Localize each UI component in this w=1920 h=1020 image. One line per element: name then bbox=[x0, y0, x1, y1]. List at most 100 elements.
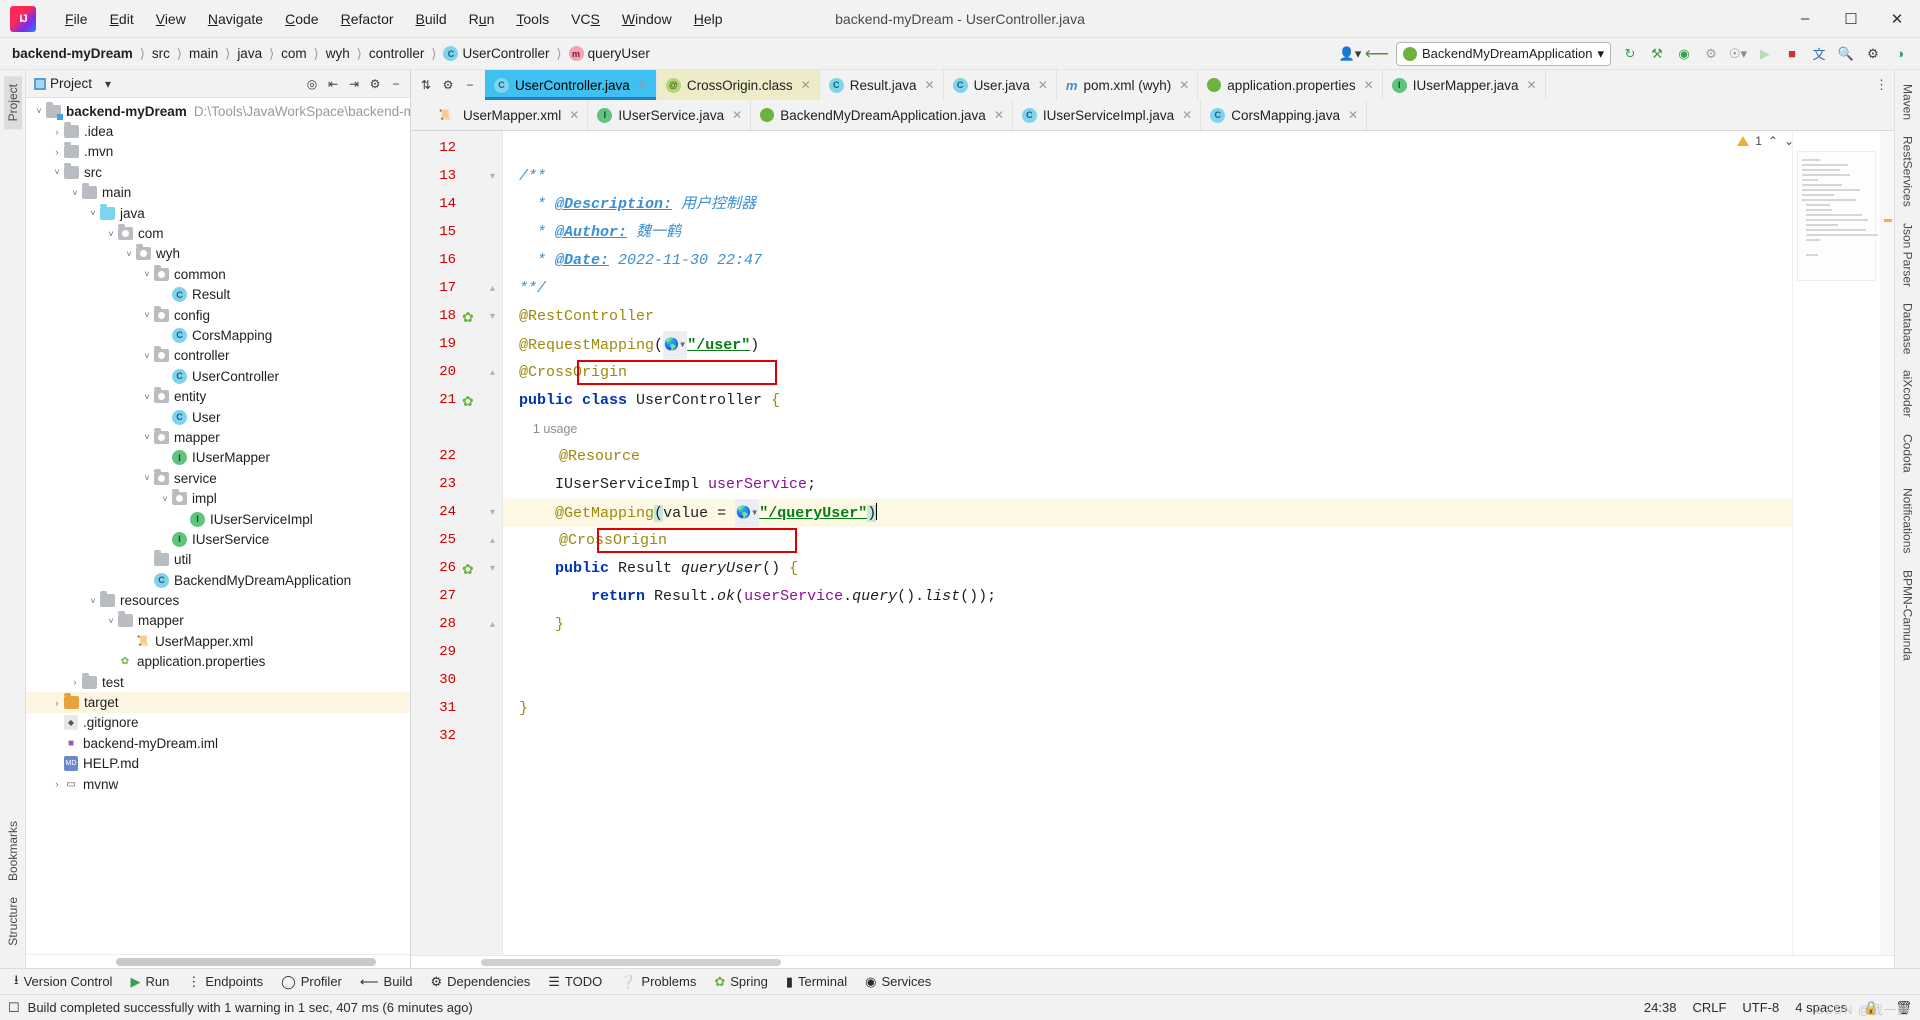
code-line[interactable] bbox=[503, 135, 1792, 163]
fold-collapse-icon[interactable]: ▾ bbox=[486, 506, 499, 519]
chevron-down-icon[interactable]: ▾ bbox=[1597, 46, 1604, 62]
menu-item-tools[interactable]: Tools bbox=[505, 7, 560, 31]
fold-collapse-icon[interactable]: ▾ bbox=[486, 170, 499, 183]
editor-gutter[interactable]: 12 13 ▾ 14 15 16 17 ▴ 18 ✿ ▾ 19 20 ▴ 21 ✿ 22 23 24 ▾ 25 ▴ 26 ✿ ▾… bbox=[411, 131, 503, 955]
tree-expander-icon[interactable]: ˅ bbox=[158, 494, 172, 504]
close-icon[interactable]: ✕ bbox=[638, 78, 648, 92]
close-icon[interactable]: ✕ bbox=[925, 78, 935, 92]
gear-icon[interactable]: ⚙ bbox=[365, 74, 385, 94]
tree-node-backend-mydream-iml[interactable]: ■ backend-myDream.iml bbox=[26, 733, 410, 753]
mapping-globe-icon[interactable]: 🌎▾ bbox=[663, 331, 688, 359]
tool-button-dependencies[interactable]: ⚙ Dependencies bbox=[422, 972, 538, 992]
fold-collapse-icon[interactable]: ▾ bbox=[486, 562, 499, 575]
collapse-all-icon[interactable]: ⇥ bbox=[344, 74, 364, 94]
tree-expander-icon[interactable]: ˅ bbox=[140, 392, 154, 402]
hide-icon[interactable]: − bbox=[460, 75, 480, 95]
code-line[interactable]: @GetMapping(value = 🌎▾"/queryUser") bbox=[503, 499, 1792, 527]
project-tree[interactable]: ˅ backend-myDream D:\Tools\JavaWorkSpace\b… bbox=[26, 98, 410, 954]
code-line[interactable]: * @Author: 魏一鹤 bbox=[503, 219, 1792, 247]
sidebar-item-database[interactable]: Database bbox=[1899, 295, 1917, 362]
close-icon[interactable]: ✕ bbox=[1527, 78, 1537, 92]
tab-backendmydreamapplication-java[interactable]: BackendMyDreamApplication.java ✕ bbox=[751, 100, 1013, 130]
close-icon[interactable]: ✕ bbox=[994, 108, 1004, 122]
file-encoding[interactable]: UTF-8 bbox=[1742, 1000, 1779, 1015]
tab-application-properties[interactable]: application.properties ✕ bbox=[1198, 70, 1383, 100]
settings-icon[interactable]: ⚙ bbox=[1861, 42, 1885, 66]
tree-node--idea[interactable]: › .idea bbox=[26, 121, 410, 141]
user-settings-icon[interactable]: 👤▾ bbox=[1338, 42, 1362, 66]
back-arrow-icon[interactable]: ⟵ bbox=[1365, 42, 1389, 66]
code-line[interactable]: @CrossOrigin bbox=[503, 359, 1792, 387]
scrollbar-thumb[interactable] bbox=[481, 959, 781, 966]
tree-expander-icon[interactable]: › bbox=[50, 779, 64, 789]
profile-icon[interactable]: ⚙ bbox=[1699, 42, 1723, 66]
fold-end-icon[interactable]: ▴ bbox=[486, 534, 499, 547]
error-stripe[interactable] bbox=[1880, 131, 1894, 955]
tree-expander-icon[interactable]: ˅ bbox=[32, 106, 46, 116]
tree-expander-icon[interactable]: ˅ bbox=[86, 596, 100, 606]
tree-node-usermapper-xml[interactable]: 📜 UserMapper.xml bbox=[26, 631, 410, 651]
code-line[interactable]: @CrossOrigin bbox=[503, 527, 1792, 555]
tab-user-java[interactable]: C User.java ✕ bbox=[944, 70, 1057, 100]
tree-node-test[interactable]: › test bbox=[26, 672, 410, 692]
tree-node-java[interactable]: ˅ java bbox=[26, 203, 410, 223]
debug-icon[interactable]: ◉ bbox=[1672, 42, 1696, 66]
tree-expander-icon[interactable]: ˅ bbox=[140, 432, 154, 442]
sidebar-item-codota[interactable]: Codota bbox=[1899, 426, 1917, 481]
tree-node-iuserservice[interactable]: I IUserService bbox=[26, 529, 410, 549]
tree-expander-icon[interactable]: ˅ bbox=[104, 229, 118, 239]
close-button[interactable]: ✕ bbox=[1874, 0, 1920, 37]
translate-icon[interactable]: 文 bbox=[1807, 42, 1831, 66]
line-separator[interactable]: CRLF bbox=[1692, 1000, 1726, 1015]
tree-node-result[interactable]: C Result bbox=[26, 285, 410, 305]
tree-node-main[interactable]: ˅ main bbox=[26, 183, 410, 203]
close-icon[interactable]: ✕ bbox=[732, 108, 742, 122]
sidebar-item-maven[interactable]: Maven bbox=[1899, 76, 1917, 128]
code-line[interactable] bbox=[503, 723, 1792, 751]
tree-expander-icon[interactable]: ˅ bbox=[50, 167, 64, 177]
tree-expander-icon[interactable]: ˅ bbox=[140, 351, 154, 361]
code-line[interactable]: public Result queryUser() { bbox=[503, 555, 1792, 583]
tree-expander-icon[interactable]: ˅ bbox=[86, 208, 100, 218]
breadcrumb-item-src[interactable]: src bbox=[148, 45, 174, 62]
menu-item-window[interactable]: Window bbox=[611, 7, 683, 31]
menu-item-refactor[interactable]: Refactor bbox=[330, 7, 405, 31]
gear-icon[interactable]: ⚙ bbox=[438, 75, 458, 95]
tree-node-com[interactable]: ˅ com bbox=[26, 223, 410, 243]
prev-problem-icon[interactable]: ⌃ bbox=[1768, 134, 1778, 148]
sidebar-item-jsonparser[interactable]: Json Parser bbox=[1899, 215, 1917, 295]
menu-item-help[interactable]: Help bbox=[683, 7, 734, 31]
chevron-down-icon[interactable]: ▾ bbox=[98, 74, 118, 94]
menu-item-edit[interactable]: Edit bbox=[99, 7, 145, 31]
tree-node-util[interactable]: util bbox=[26, 550, 410, 570]
scrollbar-thumb[interactable] bbox=[116, 958, 376, 966]
menu-item-build[interactable]: Build bbox=[405, 7, 458, 31]
tool-button-version-control[interactable]: ⭳ Version Control bbox=[6, 969, 120, 995]
sidebar-item-bookmarks[interactable]: Bookmarks bbox=[4, 813, 22, 889]
code-line[interactable]: /** bbox=[503, 163, 1792, 191]
tree-node-resources[interactable]: ˅ resources bbox=[26, 590, 410, 610]
tree-node-application-properties[interactable]: ✿ application.properties bbox=[26, 652, 410, 672]
tree-expander-icon[interactable]: › bbox=[50, 698, 64, 708]
tree-node-help-md[interactable]: MD HELP.md bbox=[26, 754, 410, 774]
sidebar-item-aixcoder[interactable]: aiXcoder bbox=[1899, 362, 1917, 425]
caret-position[interactable]: 24:38 bbox=[1644, 1000, 1677, 1015]
ai-assistant-icon[interactable]: ◑ bbox=[1888, 42, 1912, 66]
menu-item-vcs[interactable]: VCS bbox=[560, 7, 611, 31]
sidebar-item-project[interactable]: Project bbox=[3, 76, 22, 130]
sort-icon[interactable]: ⇅ bbox=[416, 75, 436, 95]
mapping-globe-icon[interactable]: 🌎▾ bbox=[735, 499, 760, 527]
spring-bean-icon[interactable]: ✿ bbox=[462, 309, 478, 325]
tree-node--mvn[interactable]: › .mvn bbox=[26, 142, 410, 162]
fold-end-icon[interactable]: ▴ bbox=[486, 618, 499, 631]
code-line[interactable]: } bbox=[503, 695, 1792, 723]
search-everywhere-icon[interactable]: ☉▾ bbox=[1726, 42, 1750, 66]
run-with-coverage-icon[interactable]: ⚒ bbox=[1645, 42, 1669, 66]
spring-mapping-icon[interactable]: ✿ bbox=[462, 561, 478, 577]
tool-button-terminal[interactable]: ▮ Terminal bbox=[778, 972, 855, 992]
tab-overflow-icon[interactable]: ⋮ bbox=[1869, 70, 1894, 100]
warning-stripe-mark[interactable] bbox=[1884, 219, 1892, 222]
code-line[interactable]: return Result.ok(userService.query().lis… bbox=[503, 583, 1792, 611]
breadcrumb[interactable]: backend-myDream ⟩ src ⟩ main ⟩ java ⟩ com ⟩ w… bbox=[8, 45, 654, 62]
code-line[interactable]: * @Description: 用户控制器 bbox=[503, 191, 1792, 219]
